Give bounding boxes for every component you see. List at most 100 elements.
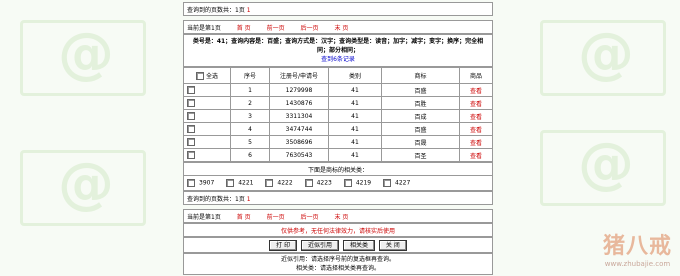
last-page-link[interactable]: 末 页 bbox=[334, 214, 348, 221]
related-class-checkbox[interactable] bbox=[187, 179, 195, 187]
row-reg-no: 7630543 bbox=[269, 148, 329, 162]
row-reg-no: 3508696 bbox=[269, 135, 329, 149]
row-reg-no: 3474744 bbox=[269, 122, 329, 136]
row-checkbox[interactable] bbox=[187, 99, 195, 107]
page-count-label: 查询到的页数共：1页 bbox=[187, 195, 245, 203]
related-class-item[interactable]: 4227 bbox=[383, 179, 410, 187]
row-reg-no: 3311304 bbox=[269, 109, 329, 123]
last-page-link[interactable]: 末 页 bbox=[334, 25, 348, 32]
row-mark: 百盛 bbox=[381, 122, 460, 136]
view-goods-link[interactable]: 查看 bbox=[470, 88, 482, 95]
related-class-checkbox[interactable] bbox=[343, 179, 352, 187]
row-class: 41 bbox=[328, 122, 382, 136]
logo-url: www.zhubajie.com bbox=[604, 260, 671, 268]
prev-page-link[interactable]: 前一页 bbox=[267, 214, 285, 221]
select-all-label: 全选 bbox=[205, 72, 218, 80]
page-count-value: 1 bbox=[246, 195, 251, 203]
prev-page-link[interactable]: 前一页 bbox=[267, 25, 285, 32]
related-class-item[interactable]: 4222 bbox=[265, 179, 293, 187]
related-class-checkbox[interactable] bbox=[265, 179, 274, 187]
view-goods-link[interactable]: 查看 bbox=[470, 153, 482, 160]
results-table: 全选 序号 注册号/申请号 类别 商标 商品 1 1279998 41 百盛 查… bbox=[183, 67, 493, 162]
help-line-2: 相关类：请选择相关类再查询。 bbox=[295, 265, 380, 272]
row-class: 41 bbox=[328, 148, 382, 162]
index-header: 序号 bbox=[230, 67, 270, 84]
related-class-item[interactable]: 4219 bbox=[343, 179, 371, 187]
row-class: 41 bbox=[328, 83, 382, 97]
row-mark: 百胜 bbox=[381, 96, 460, 110]
row-index: 2 bbox=[230, 96, 270, 110]
row-reg-no: 1430876 bbox=[269, 96, 329, 110]
query-conditions: 类号是：41；查询内容是：百盛；查询方式是：汉字；查询类型是：读音；加字；减字；… bbox=[183, 34, 493, 67]
row-checkbox[interactable] bbox=[187, 112, 195, 120]
view-goods-link[interactable]: 查看 bbox=[470, 101, 482, 108]
row-class: 41 bbox=[328, 96, 382, 110]
table-row: 2 1430876 41 百胜 查看 bbox=[183, 96, 493, 110]
row-index: 1 bbox=[230, 83, 270, 97]
related-class-item[interactable]: 4223 bbox=[304, 179, 332, 187]
related-classes: 下面是商标的相关类： 3907 4221 4222 4223 4219 4227 bbox=[183, 162, 493, 191]
row-index: 3 bbox=[230, 109, 270, 123]
select-all-header[interactable]: 全选 bbox=[183, 67, 231, 84]
print-button[interactable]: 打 印 bbox=[269, 239, 298, 251]
row-mark: 百圣 bbox=[381, 148, 460, 162]
recent-citation-button[interactable]: 近似引用 bbox=[301, 239, 340, 251]
view-goods-link[interactable]: 查看 bbox=[470, 127, 482, 134]
help-line-1: 近似引用：请选择序号前的复选框再查询。 bbox=[280, 256, 395, 263]
first-page-link[interactable]: 首 页 bbox=[237, 214, 251, 221]
select-all-checkbox[interactable] bbox=[196, 72, 205, 81]
row-checkbox[interactable] bbox=[187, 151, 195, 159]
row-class: 41 bbox=[328, 109, 382, 123]
page-count-value: 1 bbox=[246, 6, 251, 14]
first-page-link[interactable]: 首 页 bbox=[237, 25, 251, 32]
row-index: 4 bbox=[230, 122, 270, 136]
related-class-checkbox[interactable] bbox=[304, 179, 313, 187]
related-class-checkbox[interactable] bbox=[226, 179, 235, 187]
row-mark: 百晟 bbox=[381, 135, 460, 149]
row-checkbox[interactable] bbox=[187, 125, 195, 133]
row-mark: 百成 bbox=[381, 109, 460, 123]
row-index: 5 bbox=[230, 135, 270, 149]
related-class-checkbox[interactable] bbox=[383, 179, 392, 187]
disclaimer-bar: 仅供参考，无任何法律效力，请核实后使用 bbox=[183, 223, 493, 237]
reg-no-header: 注册号/申请号 bbox=[269, 67, 329, 84]
table-row: 5 3508696 41 百晟 查看 bbox=[183, 135, 493, 149]
page-count-bar: 查询到的页数共：1页 1 bbox=[183, 2, 493, 16]
view-goods-link[interactable]: 查看 bbox=[470, 140, 482, 147]
logo-brand: 猪八戒 bbox=[602, 233, 672, 259]
class-header: 类别 bbox=[328, 67, 382, 84]
related-class-item[interactable]: 4221 bbox=[226, 179, 253, 187]
row-checkbox[interactable] bbox=[187, 138, 195, 146]
row-reg-no: 1279998 bbox=[269, 83, 329, 97]
table-row: 6 7630543 41 百圣 查看 bbox=[183, 148, 493, 162]
row-mark: 百盛 bbox=[381, 83, 460, 97]
goods-header: 商品 bbox=[459, 67, 493, 84]
page-count-bar-bottom: 查询到的页数共：1页 1 bbox=[183, 191, 493, 205]
current-page-label: 当前是第1页 bbox=[187, 24, 221, 32]
page-count-label: 查询到的页数共：1页 bbox=[187, 6, 245, 14]
related-title: 下面是商标的相关类： bbox=[183, 162, 493, 176]
help-text: 近似引用：请选择序号前的复选框再查询。 相关类：请选择相关类再查询。 bbox=[183, 253, 493, 275]
table-row: 4 3474744 41 百盛 查看 bbox=[183, 122, 493, 136]
search-results-panel: 查询到的页数共：1页 1 当前是第1页 首 页 前一页 后一页 末 页 类号是：… bbox=[183, 2, 493, 275]
site-logo: 猪八戒 www.zhubajie.com bbox=[603, 228, 672, 268]
related-class-item[interactable]: 3907 bbox=[187, 179, 214, 187]
close-button[interactable]: 关 闭 bbox=[378, 239, 407, 251]
query-conditions-text: 类号是：41；查询内容是：百盛；查询方式是：汉字；查询类型是：读音；加字；减字；… bbox=[192, 38, 484, 54]
table-row: 3 3311304 41 百成 查看 bbox=[183, 109, 493, 123]
results-header-row: 全选 序号 注册号/申请号 类别 商标 商品 bbox=[183, 67, 493, 84]
action-buttons: 打 印 近似引用 相关类 关 闭 bbox=[183, 237, 493, 253]
table-row: 1 1279998 41 百盛 查看 bbox=[183, 83, 493, 97]
pagination-top: 当前是第1页 首 页 前一页 后一页 末 页 bbox=[183, 20, 493, 34]
row-index: 6 bbox=[230, 148, 270, 162]
row-class: 41 bbox=[328, 135, 382, 149]
disclaimer-text: 仅供参考，无任何法律效力，请核实后使用 bbox=[183, 223, 493, 237]
next-page-link[interactable]: 后一页 bbox=[301, 25, 319, 32]
next-page-link[interactable]: 后一页 bbox=[301, 214, 319, 221]
view-goods-link[interactable]: 查看 bbox=[470, 114, 482, 121]
current-page-label: 当前是第1页 bbox=[187, 213, 221, 221]
mark-header: 商标 bbox=[381, 67, 460, 84]
related-class-button[interactable]: 相关类 bbox=[342, 239, 375, 251]
row-checkbox[interactable] bbox=[187, 86, 195, 94]
records-found-text: 查到6条记录 bbox=[321, 56, 355, 63]
